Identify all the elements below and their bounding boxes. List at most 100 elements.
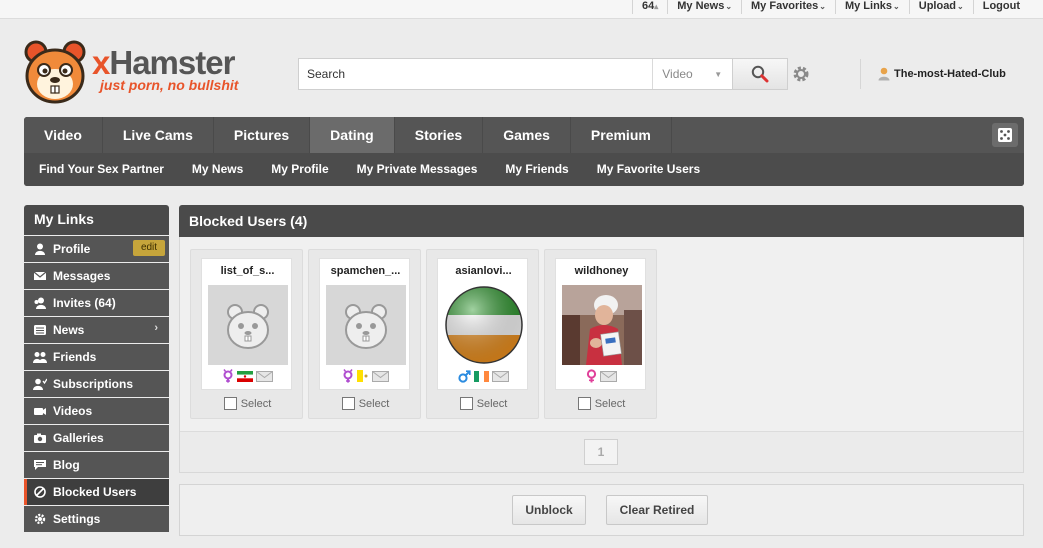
message-envelope-icon[interactable] <box>600 370 617 382</box>
sidebar-title: My Links <box>24 205 169 235</box>
edit-profile-button[interactable]: edit <box>133 240 165 256</box>
avatar[interactable] <box>326 285 406 365</box>
subnav-my-favorite-users[interactable]: My Favorite Users <box>583 153 714 186</box>
blog-icon <box>33 459 47 471</box>
select-checkbox[interactable] <box>577 397 591 410</box>
top-link-label: My Favorites <box>751 0 819 12</box>
notification-count[interactable]: 64▴ <box>631 0 667 14</box>
select-label: Select <box>240 397 272 410</box>
friends-icon <box>33 351 47 363</box>
flag-vatican-icon <box>357 370 369 382</box>
news-icon <box>33 324 47 336</box>
tab-pictures[interactable]: Pictures <box>214 117 311 153</box>
search-type-select[interactable]: Video ▼ <box>652 59 732 89</box>
gear-icon[interactable] <box>792 65 810 83</box>
notification-count-label: 64 <box>641 0 655 12</box>
message-envelope-icon[interactable] <box>492 370 509 382</box>
avatar[interactable] <box>444 285 524 365</box>
sidebar-item-label: Blocked Users <box>53 485 137 499</box>
sidebar-item-blocked-users[interactable]: Blocked Users <box>24 479 169 505</box>
user-card: asianlovi... Select <box>426 249 539 419</box>
default-avatar-hamster-icon <box>208 285 288 365</box>
chevron-down-icon: ⌄ <box>819 2 826 11</box>
top-link-my-news[interactable]: My News⌄ <box>667 0 741 14</box>
message-envelope-icon[interactable] <box>372 370 389 382</box>
subnav-my-private-messages[interactable]: My Private Messages <box>343 153 492 186</box>
video-camera-icon <box>33 405 47 417</box>
tab-video[interactable]: Video <box>24 117 103 153</box>
sidebar-item-galleries[interactable]: Galleries <box>24 425 169 451</box>
top-link-logout[interactable]: Logout <box>972 0 1029 14</box>
tab-premium[interactable]: Premium <box>571 117 672 153</box>
user-name[interactable]: spamchen_... <box>320 265 411 277</box>
top-link-upload[interactable]: Upload⌄ <box>908 0 973 14</box>
user-name[interactable]: asianlovi... <box>438 265 529 277</box>
user-menu[interactable]: The-most-Hated-Club <box>860 59 1023 89</box>
subnav-my-profile[interactable]: My Profile <box>257 153 342 186</box>
sidebar: My Links Profile edit Messages Invites (… <box>24 205 169 548</box>
select-checkbox[interactable] <box>223 397 237 410</box>
select-control[interactable]: Select <box>309 397 422 410</box>
select-checkbox[interactable] <box>341 397 355 410</box>
sidebar-item-videos[interactable]: Videos <box>24 398 169 424</box>
action-bar: Unblock Clear Retired <box>179 484 1024 536</box>
select-label: Select <box>358 397 390 410</box>
search-icon <box>751 65 769 83</box>
pagination: 1 <box>180 431 1023 472</box>
sidebar-item-profile[interactable]: Profile edit <box>24 236 169 262</box>
tab-stories[interactable]: Stories <box>395 117 484 153</box>
select-control[interactable]: Select <box>545 397 658 410</box>
sidebar-item-news[interactable]: News › <box>24 317 169 343</box>
sidebar-item-label: Blog <box>53 458 80 472</box>
user-card-inner: spamchen_... <box>319 258 410 390</box>
select-control[interactable]: Select <box>191 397 304 410</box>
unblock-button[interactable]: Unblock <box>512 495 586 525</box>
avatar[interactable] <box>562 285 642 365</box>
user-card: spamchen_... Select <box>308 249 421 419</box>
site-logo[interactable]: xHamster just porn, no bullshit <box>22 40 262 104</box>
username: The-most-Hated-Club <box>894 68 1006 80</box>
random-button[interactable] <box>992 123 1018 147</box>
search-bar: Video ▼ <box>298 58 788 90</box>
chevron-down-icon: ⌄ <box>957 2 964 11</box>
dice-icon <box>998 128 1012 142</box>
subnav-my-friends[interactable]: My Friends <box>491 153 582 186</box>
envelope-icon <box>33 270 47 282</box>
user-name[interactable]: list_of_s... <box>202 265 293 277</box>
avatar[interactable] <box>208 285 288 365</box>
sidebar-item-subscriptions[interactable]: Subscriptions <box>24 371 169 397</box>
top-utility-bar: 64▴ My News⌄ My Favorites⌄ My Links⌄ Upl… <box>0 0 1043 19</box>
flag-iran-icon <box>237 370 253 382</box>
tab-dating[interactable]: Dating <box>310 117 395 153</box>
top-link-my-favorites[interactable]: My Favorites⌄ <box>741 0 835 14</box>
sidebar-item-messages[interactable]: Messages <box>24 263 169 289</box>
transgender-icon <box>223 369 233 383</box>
logo-wordmark-x: x <box>92 44 110 81</box>
sidebar-item-label: Invites (64) <box>53 296 116 310</box>
settings-icon <box>33 513 47 525</box>
subnav-my-news[interactable]: My News <box>178 153 257 186</box>
select-control[interactable]: Select <box>427 397 540 410</box>
sidebar-item-label: Settings <box>53 512 101 526</box>
sidebar-item-invites[interactable]: Invites (64) <box>24 290 169 316</box>
sidebar-item-blog[interactable]: Blog <box>24 452 169 478</box>
top-link-my-links[interactable]: My Links⌄ <box>834 0 909 14</box>
message-envelope-icon[interactable] <box>256 370 273 382</box>
tab-games[interactable]: Games <box>483 117 571 153</box>
panel-title: Blocked Users (4) <box>179 205 1024 237</box>
user-name[interactable]: wildhoney <box>556 265 647 277</box>
subnav-find-sex-partner[interactable]: Find Your Sex Partner <box>25 153 178 186</box>
sidebar-item-settings[interactable]: Settings <box>24 506 169 532</box>
page-button-current[interactable]: 1 <box>584 439 618 465</box>
clear-retired-button[interactable]: Clear Retired <box>606 495 708 525</box>
sidebar-item-friends[interactable]: Friends <box>24 344 169 370</box>
select-checkbox[interactable] <box>459 397 473 410</box>
user-card-inner: wildhoney <box>555 258 646 390</box>
chevron-right-icon: › <box>154 322 158 334</box>
tab-live-cams[interactable]: Live Cams <box>103 117 214 153</box>
search-input[interactable] <box>299 59 653 89</box>
search-button[interactable] <box>732 59 787 89</box>
sidebar-item-label: Subscriptions <box>53 377 134 391</box>
select-label: Select <box>594 397 626 410</box>
sidebar-item-label: Galleries <box>53 431 104 445</box>
